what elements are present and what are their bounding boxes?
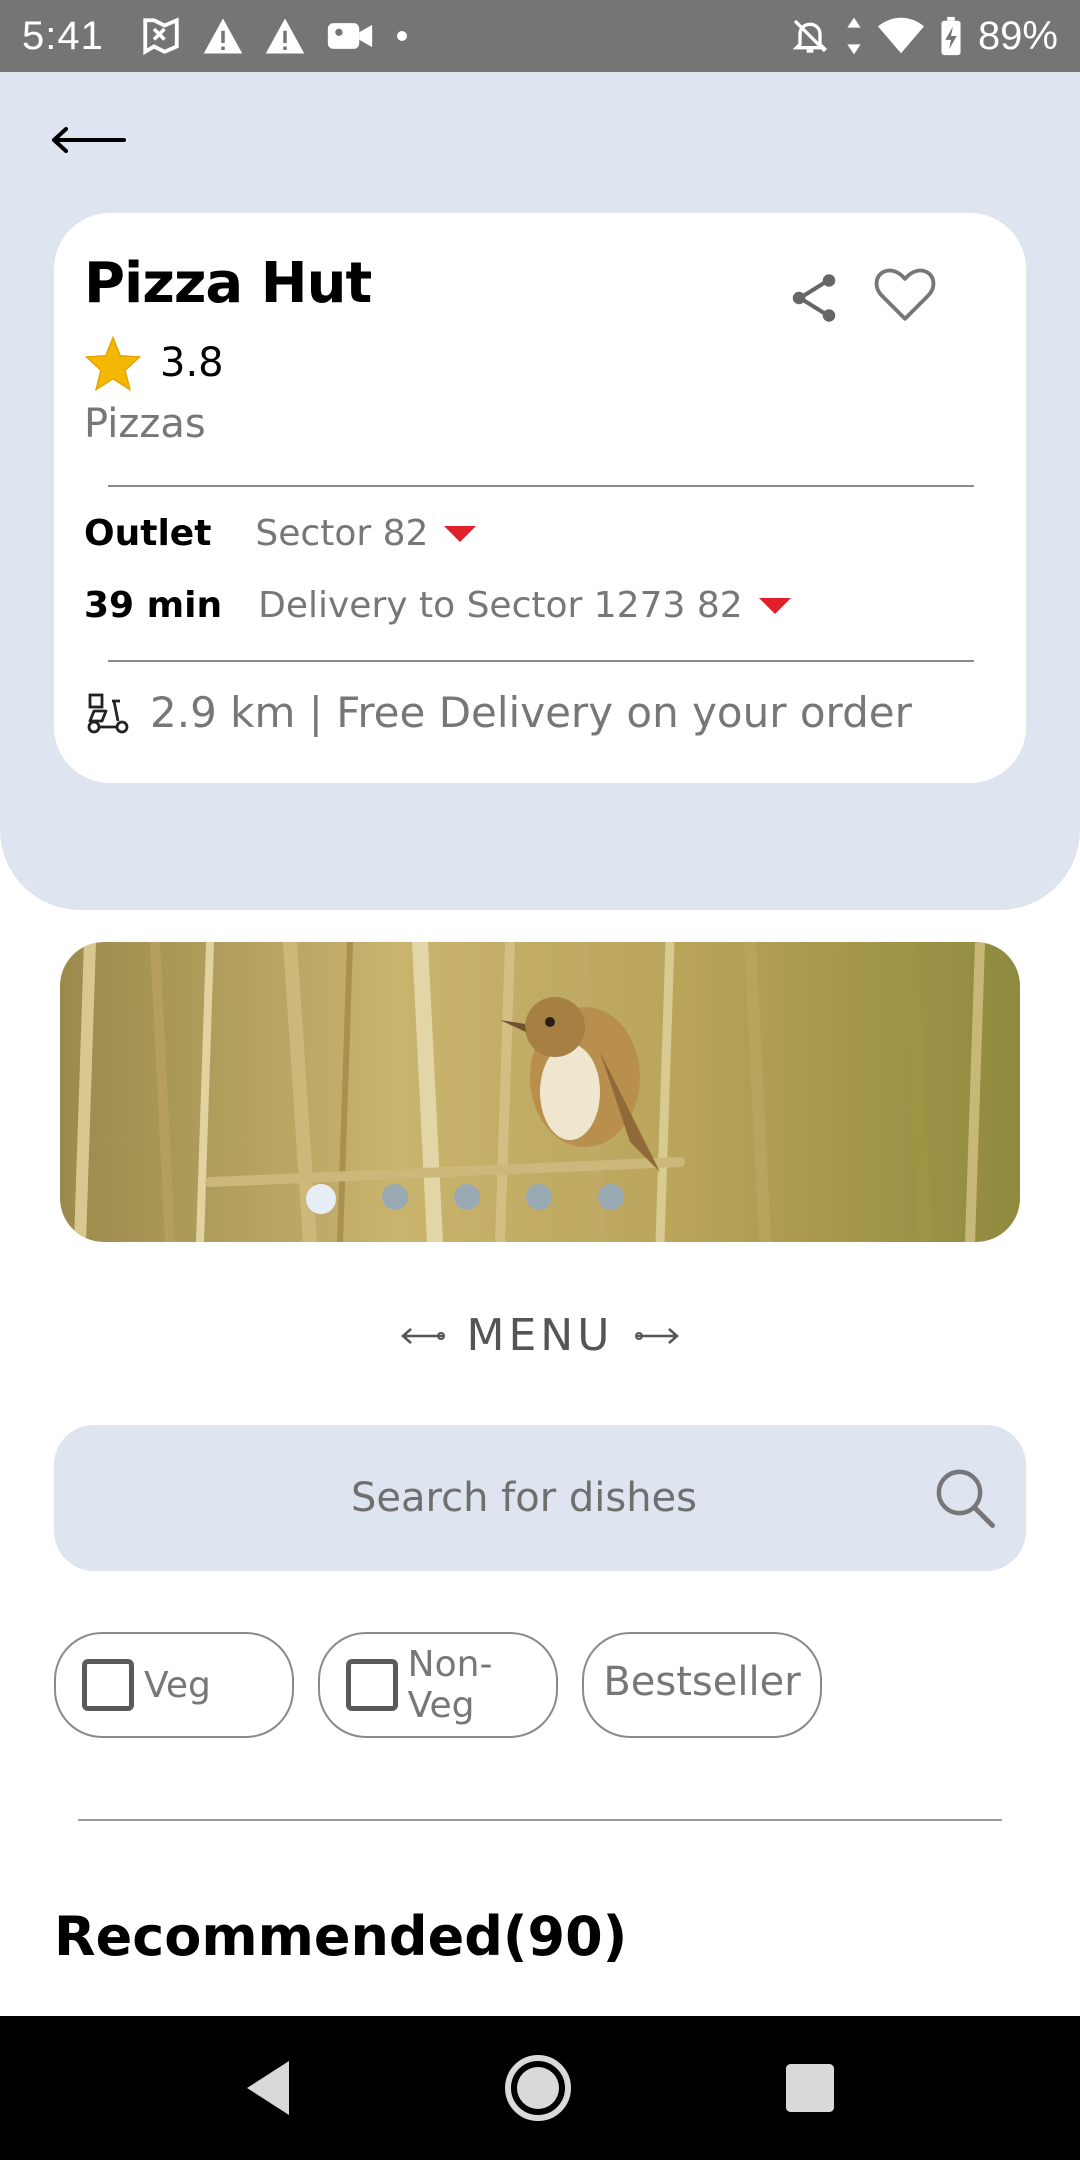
carousel-dot[interactable] <box>526 1184 552 1210</box>
data-arrows-icon <box>844 16 864 56</box>
restaurant-name: Pizza Hut <box>84 251 372 316</box>
system-nav-bar <box>0 2016 1080 2160</box>
dish-search <box>54 1425 1026 1571</box>
nav-home-icon[interactable] <box>502 2052 574 2124</box>
carousel-dot[interactable] <box>454 1184 480 1210</box>
delivery-location: Delivery to Sector 1273 82 <box>258 585 743 626</box>
distance-text: 2.9 km | Free Delivery on your order <box>150 688 912 737</box>
veg-checkbox[interactable] <box>82 1659 134 1711</box>
distance-row: 2.9 km | Free Delivery on your order <box>84 688 912 737</box>
battery-percent: 89% <box>977 13 1058 58</box>
carousel-dot[interactable] <box>306 1184 336 1214</box>
carousel-dot[interactable] <box>598 1184 624 1210</box>
map-flag-icon <box>140 15 182 57</box>
dropdown-arrow-icon <box>758 597 791 614</box>
card-divider <box>108 660 974 662</box>
delivery-selector[interactable]: 39 min Delivery to Sector 1273 82 <box>84 585 791 626</box>
share-icon <box>792 274 836 322</box>
warning-icon <box>264 16 306 56</box>
menu-label: MENU <box>466 1310 614 1361</box>
warning-icon <box>202 16 244 56</box>
promo-banner[interactable] <box>60 942 1020 1242</box>
card-divider <box>108 485 974 487</box>
dot-icon <box>394 28 410 44</box>
nav-back-icon[interactable] <box>232 2052 304 2124</box>
video-camera-icon <box>326 18 374 54</box>
rating-value: 3.8 <box>160 340 224 386</box>
bestseller-filter-chip[interactable]: Bestseller <box>582 1632 822 1738</box>
arrow-left-icon <box>52 127 126 153</box>
rating-row: 3.8 <box>84 335 224 391</box>
bestseller-label: Bestseller <box>603 1659 801 1705</box>
arrow-left-right-icon <box>400 1327 445 1344</box>
outlet-value: Sector 82 <box>255 513 429 554</box>
back-button[interactable] <box>50 110 130 170</box>
wifi-icon <box>877 16 924 56</box>
restaurant-card: Pizza Hut 3.8 Pizzas Outlet Sector 82 39… <box>54 213 1026 783</box>
battery-charging-icon <box>938 15 964 57</box>
favorite-button[interactable] <box>872 261 942 331</box>
carousel-dot[interactable] <box>382 1184 408 1210</box>
nav-recents-icon[interactable] <box>774 2052 846 2124</box>
veg-filter-chip[interactable]: Veg <box>54 1632 294 1738</box>
search-input[interactable] <box>54 1425 934 1571</box>
delivery-time: 39 min <box>84 585 223 626</box>
outlet-selector[interactable]: Outlet Sector 82 <box>84 513 477 554</box>
menu-heading[interactable]: MENU <box>0 1310 1080 1361</box>
non-veg-checkbox[interactable] <box>346 1659 398 1711</box>
veg-label: Veg <box>144 1664 211 1706</box>
section-divider <box>78 1819 1002 1821</box>
star-icon <box>84 335 142 391</box>
recommended-heading: Recommended(90) <box>54 1905 628 1968</box>
non-veg-filter-chip[interactable]: Non-Veg <box>318 1632 558 1738</box>
status-bar: 5:41 89% <box>0 0 1080 72</box>
search-icon[interactable] <box>932 1465 998 1531</box>
bell-off-icon <box>790 16 830 56</box>
carousel-dots <box>60 1184 1020 1214</box>
share-button[interactable] <box>784 268 844 328</box>
dropdown-arrow-icon <box>444 525 477 542</box>
outlet-label: Outlet <box>84 513 212 554</box>
heart-icon <box>874 268 936 321</box>
cuisine-label: Pizzas <box>84 401 206 447</box>
non-veg-label: Non-Veg <box>407 1644 493 1726</box>
arrow-right-icon <box>635 1327 680 1344</box>
status-time: 5:41 <box>22 13 104 58</box>
delivery-scooter-icon <box>87 693 129 733</box>
